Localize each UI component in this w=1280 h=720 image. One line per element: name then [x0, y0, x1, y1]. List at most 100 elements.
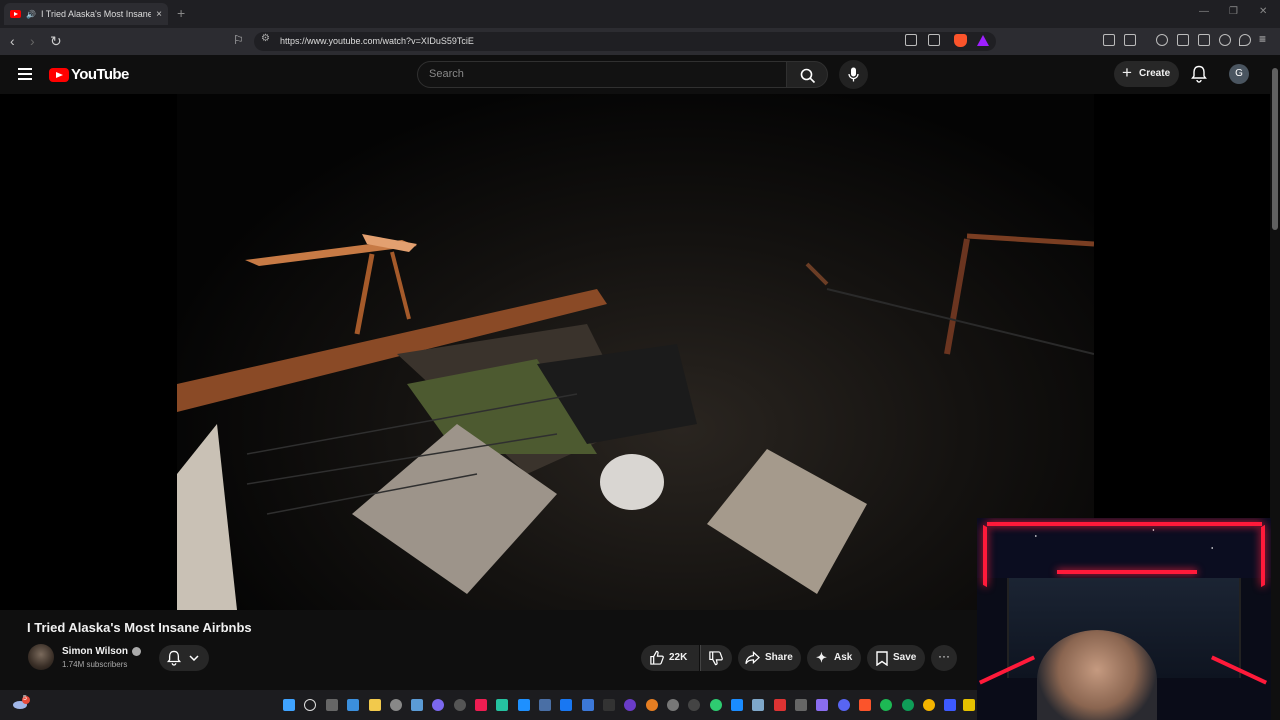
bell-icon — [167, 650, 181, 666]
photos-icon[interactable] — [518, 699, 530, 711]
leo-ai-icon[interactable] — [1219, 34, 1231, 46]
like-count: 22K — [669, 652, 688, 663]
screenshot-icon[interactable] — [1124, 34, 1136, 46]
minimize-icon[interactable]: — — [1199, 6, 1209, 17]
file-explorer-icon[interactable] — [369, 699, 381, 711]
app-icon[interactable] — [582, 699, 594, 711]
app-icon[interactable] — [902, 699, 914, 711]
browser-tab-strip: 🔊 I Tried Alaska's Most Insane A × + — ❐… — [0, 0, 1280, 28]
taskbar-search-icon[interactable] — [304, 699, 316, 711]
wallet-icon[interactable] — [1198, 34, 1210, 46]
app-icon[interactable] — [816, 699, 828, 711]
youtube-logo-icon[interactable] — [49, 68, 69, 82]
guide-menu-icon[interactable] — [18, 68, 32, 80]
notification-count: 5 — [23, 695, 27, 702]
verified-badge-icon — [132, 647, 141, 656]
steam-icon[interactable] — [752, 699, 764, 711]
ask-button[interactable]: ✦ Ask — [807, 645, 861, 671]
led-strip — [987, 522, 1262, 526]
channel-name[interactable]: Simon Wilson — [62, 646, 128, 657]
tab-close-icon[interactable]: × — [156, 9, 162, 20]
facebook-icon[interactable] — [560, 699, 572, 711]
app-icon[interactable] — [667, 699, 679, 711]
youtube-wordmark[interactable]: YouTube — [71, 66, 129, 83]
chrome-icon[interactable] — [923, 699, 935, 711]
media-icon[interactable] — [1156, 34, 1168, 46]
window-close-icon[interactable]: ✕ — [1259, 6, 1267, 17]
app-icon[interactable] — [731, 699, 743, 711]
more-actions-button[interactable]: ··· — [931, 645, 957, 671]
back-icon[interactable]: ‹ — [10, 33, 15, 49]
account-avatar[interactable]: G — [1229, 64, 1249, 84]
starry-ceiling — [977, 518, 1271, 578]
app-icon[interactable] — [710, 699, 722, 711]
extensions-icon[interactable] — [1103, 34, 1115, 46]
restore-icon[interactable]: ❐ — [1229, 6, 1238, 17]
tiktok-icon[interactable] — [475, 699, 487, 711]
reload-icon[interactable]: ↻ — [50, 33, 62, 50]
app-icon[interactable] — [795, 699, 807, 711]
terminal-icon[interactable] — [603, 699, 615, 711]
url-field[interactable]: https://www.youtube.com/watch?v=XIDuS59T… — [254, 32, 996, 51]
led-strip — [1057, 570, 1197, 574]
start-icon[interactable] — [283, 699, 295, 711]
share-label: Share — [765, 652, 793, 663]
thumbs-down-icon — [709, 651, 723, 666]
new-tab-button[interactable]: + — [177, 5, 185, 21]
video-frame[interactable] — [177, 94, 1095, 610]
sidebar-icon[interactable] — [1177, 34, 1189, 46]
video-title: I Tried Alaska's Most Insane Airbnbs — [27, 620, 252, 635]
browser-toolbar: ‹ › ↻ ⚐ https://www.youtube.com/watch?v=… — [0, 28, 1280, 55]
youtube-header: YouTube Search Create G — [0, 55, 1270, 94]
os-taskbar: 5 — [0, 690, 977, 720]
task-view-icon[interactable] — [326, 699, 338, 711]
forward-icon[interactable]: › — [30, 33, 35, 49]
brave-rewards-icon[interactable] — [977, 35, 989, 46]
app-icon[interactable] — [963, 699, 975, 711]
like-button[interactable]: 22K — [641, 645, 699, 671]
app-icon[interactable] — [646, 699, 658, 711]
app-icon[interactable] — [624, 699, 636, 711]
site-settings-icon[interactable]: ⚙ — [261, 33, 270, 44]
app-icon[interactable] — [539, 699, 551, 711]
app-icon[interactable] — [688, 699, 700, 711]
save-button[interactable]: Save — [867, 645, 925, 671]
mail-icon[interactable] — [411, 699, 423, 711]
led-strip — [1261, 524, 1265, 588]
app-icon[interactable] — [496, 699, 508, 711]
subscription-notifications-button[interactable] — [159, 645, 209, 671]
microphone-icon — [848, 67, 859, 82]
voice-search-button[interactable] — [839, 60, 868, 89]
obs-icon[interactable] — [454, 699, 466, 711]
app-icon[interactable] — [944, 699, 956, 711]
weather-widget-icon[interactable] — [12, 696, 30, 710]
settings-icon[interactable] — [390, 699, 402, 711]
notifications-bell-icon[interactable] — [1191, 65, 1207, 83]
youtube-favicon-icon — [10, 10, 21, 18]
widgets-icon[interactable] — [347, 699, 359, 711]
app-icon[interactable] — [432, 699, 444, 711]
browser-tab-active[interactable]: 🔊 I Tried Alaska's Most Insane A × — [4, 3, 168, 25]
spotify-icon[interactable] — [880, 699, 892, 711]
brave-icon[interactable] — [859, 699, 871, 711]
search-button[interactable] — [786, 61, 828, 88]
discord-icon[interactable] — [838, 699, 850, 711]
menu-icon[interactable]: ≡ — [1259, 32, 1266, 46]
webcam-overlay — [977, 518, 1271, 720]
share-icon — [745, 651, 760, 665]
audio-playing-icon[interactable]: 🔊 — [26, 10, 36, 19]
page-scrollbar-thumb[interactable] — [1272, 68, 1278, 230]
channel-avatar[interactable] — [28, 644, 54, 670]
brave-shields-icon[interactable] — [954, 34, 967, 47]
ask-label: Ask — [834, 652, 853, 663]
save-bookmark-icon — [876, 651, 888, 666]
vpn-icon[interactable] — [1239, 34, 1251, 46]
share-page-icon[interactable] — [928, 34, 940, 46]
dislike-button[interactable] — [700, 645, 732, 671]
share-button[interactable]: Share — [738, 645, 801, 671]
app-icon[interactable] — [774, 699, 786, 711]
cast-icon[interactable] — [905, 34, 917, 46]
create-button[interactable]: Create — [1114, 60, 1179, 87]
search-input[interactable]: Search — [417, 61, 787, 88]
bookmark-icon[interactable]: ⚐ — [233, 33, 244, 47]
